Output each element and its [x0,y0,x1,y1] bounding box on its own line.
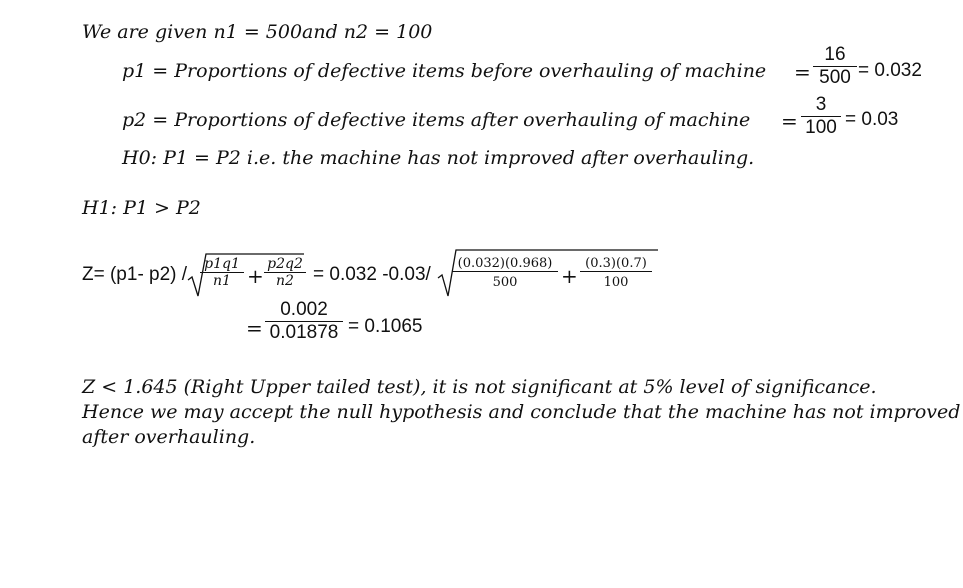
term-p2q2-over-n2: p2q2 n2 [264,256,306,289]
conclusion-line-1: Z < 1.645 (Right Upper tailed test), it … [82,376,877,398]
alternative-hypothesis: H1: P1 > P2 [82,197,201,219]
p1-denominator: 500 [819,67,851,88]
p2-fraction: 3 100 [801,94,841,139]
p1-label: p1 = [122,60,175,82]
p1-definition: p1 = Proportions of defective items befo… [122,60,766,82]
plus-sign-2: + [561,264,578,288]
conclusion-line-3: after overhauling. [82,426,256,448]
p2-denominator: 100 [805,117,837,138]
p1-result: = 0.032 [858,60,922,81]
term-sample-2: (0.3)(0.7) 100 [580,256,652,290]
term-sample-1: (0.032)(0.968) 500 [452,256,558,290]
null-hypothesis: H0: P1 = P2 i.e. the machine has not imp… [122,147,755,169]
p2-equals: = [781,109,798,133]
p1-description: Proportions of defective items before ov… [174,60,767,82]
z-substitution: = 0.032 -0.03/ [313,264,431,285]
given-statement: We are given n1 = 500and n2 = 100 [82,21,433,43]
term-p1q1-over-n1: p1q1 n1 [200,256,244,289]
p2-definition: p2 = Proportions of defective items afte… [122,109,750,131]
z-final-fraction: 0.002 0.01878 [265,299,343,344]
p2-numerator: 3 [815,94,827,115]
p2-label: p2 = [122,109,175,131]
equals-sign: = [246,316,263,340]
p2-description: Proportions of defective items after ove… [174,109,751,131]
plus-sign-1: + [247,264,264,288]
z-lhs: Z= (p1- p2) / [82,264,188,285]
p2-result: = 0.03 [845,109,899,130]
z-value: = 0.1065 [348,316,423,337]
conclusion-line-2: Hence we may accept the null hypothesis … [82,401,961,423]
p1-fraction: 16 500 [813,44,857,89]
p1-numerator: 16 [824,44,846,65]
p1-equals: = [794,60,811,84]
